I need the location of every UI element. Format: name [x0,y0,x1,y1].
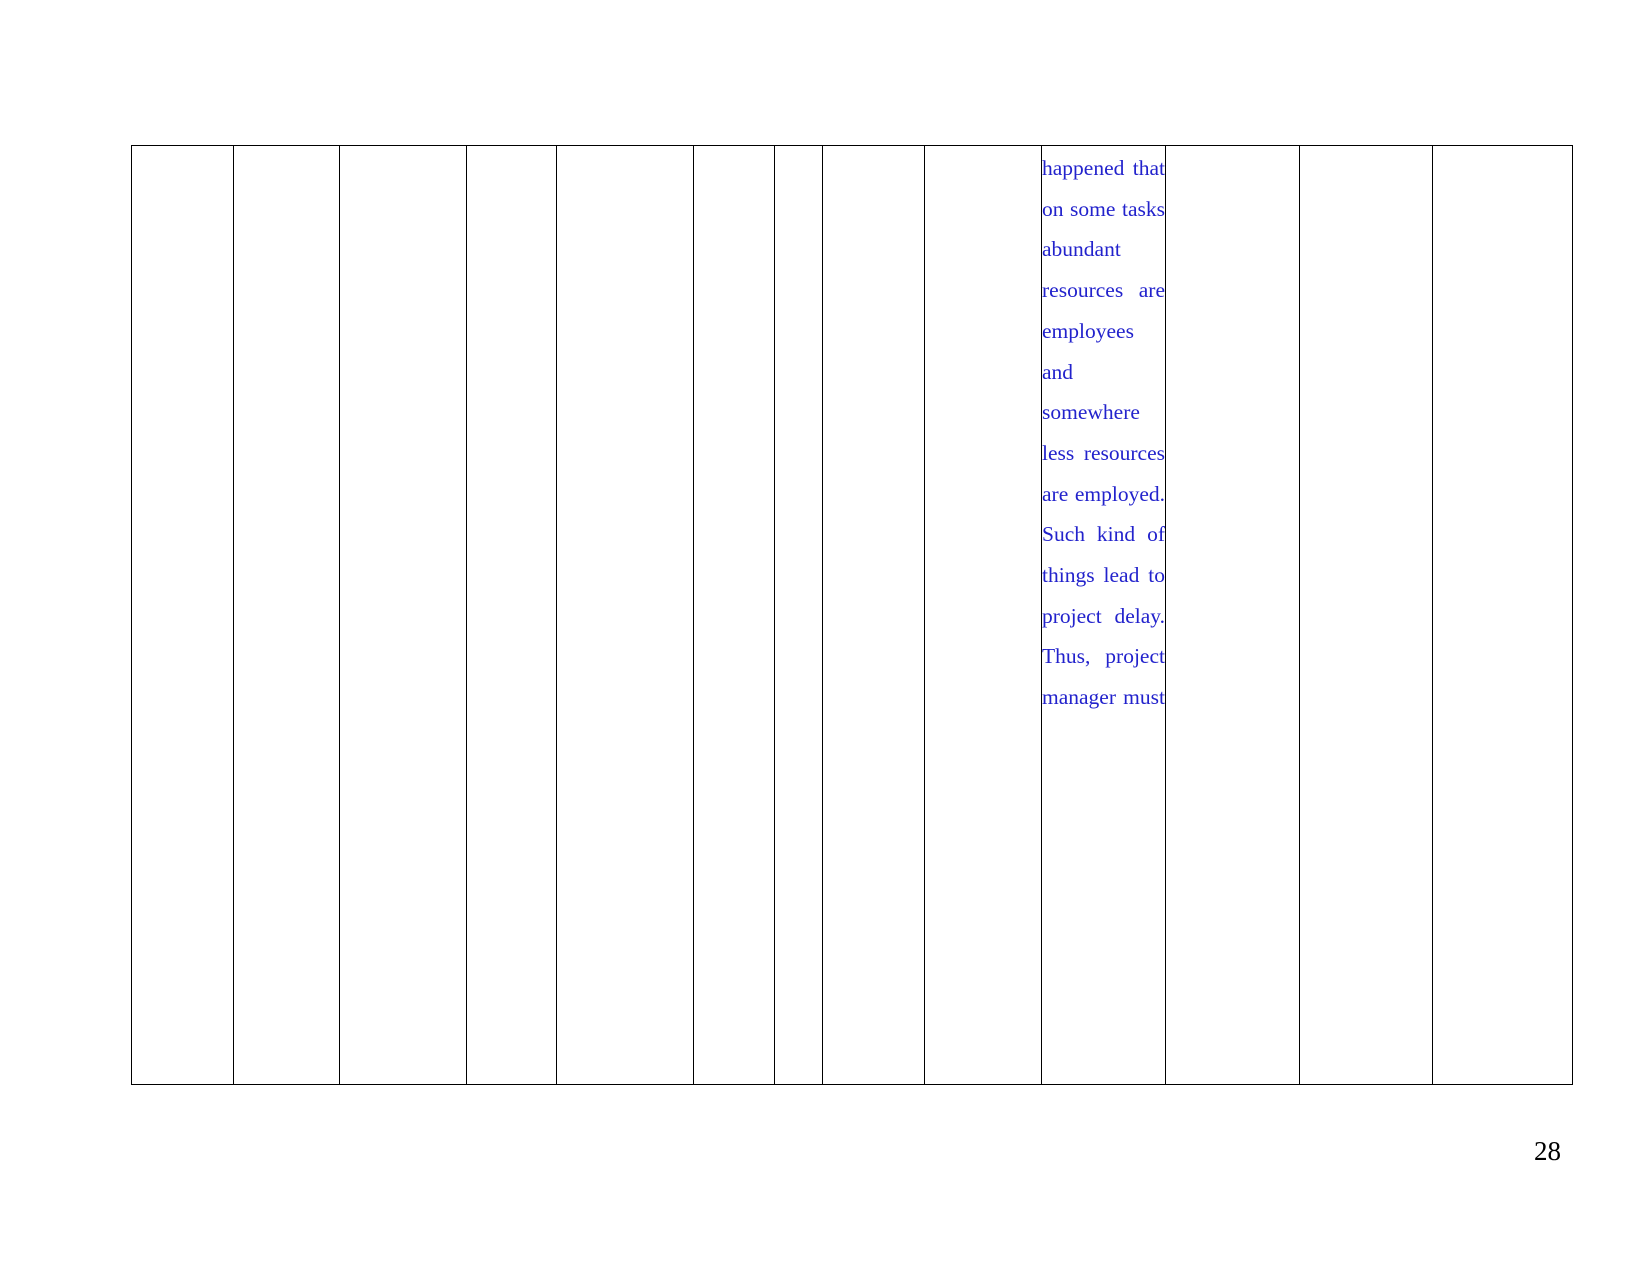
table-cell-3[interactable] [339,145,467,1085]
table-cell-1[interactable] [131,145,234,1085]
cell-paragraph-text: happened that on some tasks abundant res… [1042,156,1165,710]
table-row: happened that on some tasks abundant res… [131,145,1573,1085]
table-cell-7[interactable] [774,145,823,1085]
table-cell-5[interactable] [556,145,694,1085]
continued-data-table: happened that on some tasks abundant res… [131,145,1573,1085]
table-cell-13[interactable] [1432,145,1573,1085]
table-cell-4[interactable] [466,145,557,1085]
page-number: 28 [1534,1136,1561,1166]
table-cell-9[interactable] [924,145,1042,1085]
table-container: happened that on some tasks abundant res… [131,145,1573,1085]
table-cell-8[interactable] [822,145,925,1085]
table-cell-6[interactable] [693,145,775,1085]
table-body: happened that on some tasks abundant res… [131,145,1573,1085]
table-cell-11[interactable] [1165,145,1300,1085]
table-cell-2[interactable] [233,145,340,1085]
document-page: happened that on some tasks abundant res… [0,0,1651,1275]
table-cell-10-text[interactable]: happened that on some tasks abundant res… [1041,145,1166,1085]
table-cell-12[interactable] [1299,145,1433,1085]
